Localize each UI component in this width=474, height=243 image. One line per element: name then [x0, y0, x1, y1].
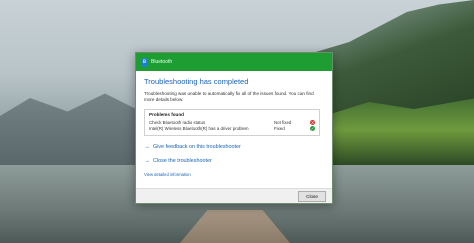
page-title: Troubleshooting has completed — [144, 77, 249, 86]
problem-row: Intel(R) Wireless Bluetooth(R) has a dri… — [149, 126, 315, 133]
close-troubleshooter-label: Close the troubleshooter — [153, 158, 212, 164]
error-icon: ✕ — [310, 119, 315, 125]
close-button[interactable]: Close — [298, 191, 326, 202]
problem-row: Check Bluetooth radio status Not fixed ✕ — [149, 119, 315, 126]
problem-status: Fixed — [274, 126, 285, 132]
wallpaper-mountain-left — [0, 93, 150, 170]
description-text: Troubleshooting was unable to automatica… — [144, 91, 314, 102]
problems-found-box: Problems found Check Bluetooth radio sta… — [144, 109, 320, 136]
arrow-right-icon: → — [144, 144, 150, 150]
dialog-footer: Close — [136, 188, 332, 203]
troubleshooter-dialog: ʙ Bluetooth Troubleshooting has complete… — [135, 52, 333, 204]
bluetooth-icon: ʙ — [141, 57, 148, 67]
close-troubleshooter-link[interactable]: → Close the troubleshooter — [144, 158, 324, 164]
problem-name: Check Bluetooth radio status — [149, 119, 206, 125]
problems-title: Problems found — [149, 112, 184, 117]
arrow-right-icon: → — [144, 158, 150, 164]
problem-name: Intel(R) Wireless Bluetooth(R) has a dri… — [149, 126, 249, 132]
view-detailed-information-link[interactable]: View detailed information — [144, 172, 324, 177]
problem-status: Not fixed — [274, 119, 292, 125]
give-feedback-link[interactable]: → Give feedback on this troubleshooter — [144, 144, 324, 150]
give-feedback-label: Give feedback on this troubleshooter — [153, 144, 241, 150]
window-title: Bluetooth — [151, 59, 173, 65]
dialog-titlebar[interactable]: ʙ Bluetooth — [136, 53, 332, 71]
check-icon: ✓ — [310, 126, 315, 132]
